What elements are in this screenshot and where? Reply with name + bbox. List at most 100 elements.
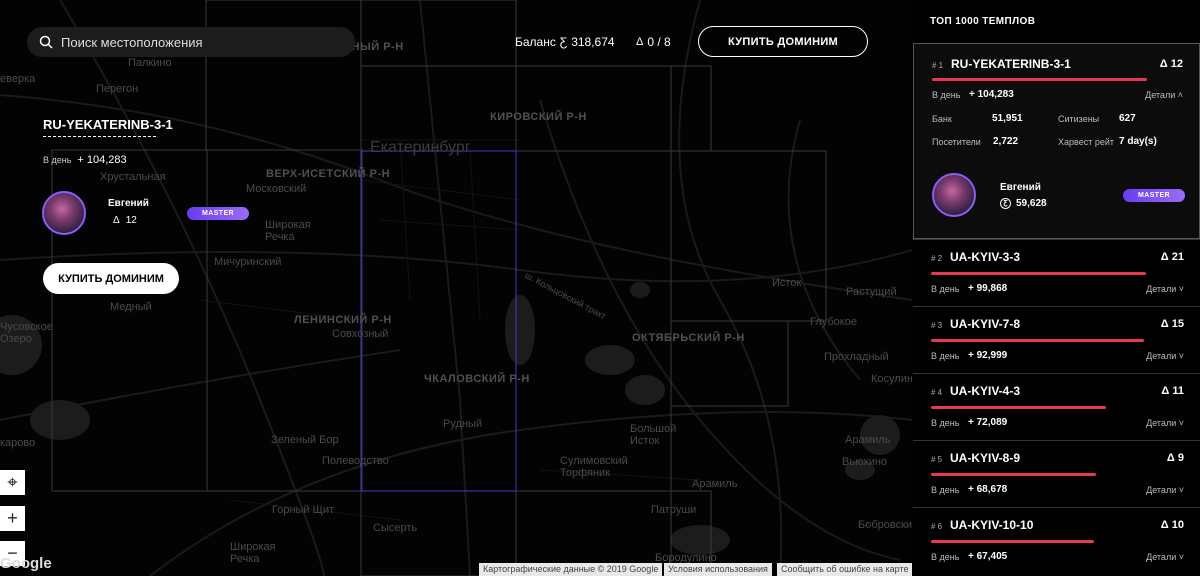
map-label: Совхозный: [332, 328, 389, 340]
map-label: Чусовское Озеро: [0, 321, 53, 345]
balance-value: 318,674: [571, 35, 615, 49]
avatar[interactable]: [932, 173, 976, 217]
buy-dominim-button[interactable]: КУПИТЬ ДОМИНИМ: [698, 26, 868, 57]
map-label: Хрустальная: [100, 171, 166, 183]
delta-value: Δ 15: [1160, 318, 1184, 330]
plus-icon: +: [7, 508, 18, 528]
zoom-in-button[interactable]: +: [0, 506, 25, 531]
search-input[interactable]: [61, 34, 341, 50]
delta-value: Δ 10: [1160, 519, 1184, 531]
per-day-value: + 104,283: [77, 154, 127, 166]
locate-button[interactable]: ⌖: [0, 470, 25, 495]
per-day-label: В день: [931, 552, 960, 562]
progress-bar: [932, 78, 1147, 81]
map-label: карово: [0, 437, 36, 449]
map-label: ОКТЯБРЬСКИЙ Р-Н: [632, 332, 745, 344]
temple-name: UA-KYIV-4-3: [950, 384, 1021, 398]
tile-title: RU-YEKATERINB-3-1: [43, 117, 173, 132]
delta-value: Δ 11: [1161, 385, 1184, 397]
map-label: Глубокое: [810, 316, 857, 328]
visitors-value: 2,722: [993, 136, 1019, 147]
rank: # 1: [932, 61, 944, 70]
details-toggle[interactable]: Детали ˅: [1146, 418, 1184, 428]
map-label: Рудный: [443, 418, 483, 430]
map-data-attribution: Картографические данные © 2019 Google: [479, 563, 663, 576]
panel-title: ТОП 1000 ТЕМПЛОВ: [930, 16, 1036, 27]
avatar[interactable]: [42, 191, 86, 235]
per-day-label: В день: [932, 90, 961, 100]
rank: # 2: [931, 254, 943, 263]
map-label: Прохладный: [824, 351, 889, 363]
list-item[interactable]: # 2 UA-KYIV-3-3 Δ 21 В день + 99,868 Дет…: [913, 239, 1200, 306]
buy-dominim-button[interactable]: КУПИТЬ ДОМИНИМ: [43, 263, 179, 294]
owner-coins-value: 59,628: [1016, 198, 1047, 209]
temple-name: UA-KYIV-10-10: [950, 518, 1034, 532]
progress-bar: [931, 540, 1094, 543]
delta-value: Δ 9: [1166, 452, 1184, 464]
visitors-label: Посетители: [932, 137, 981, 147]
details-toggle[interactable]: Детали ˅: [1146, 351, 1184, 361]
map-label: ВЕРХ-ИСЕТСКИЙ Р-Н: [266, 168, 391, 180]
map-label: ЧКАЛОВСКИЙ Р-Н: [424, 373, 530, 385]
list-item[interactable]: # 5 UA-KYIV-8-9 Δ 9 В день + 68,678 Дета…: [913, 440, 1200, 507]
temple-name: RU-YEKATERINB-3-1: [951, 57, 1071, 71]
per-day-value: + 67,405: [968, 551, 1008, 562]
list-item[interactable]: # 3 UA-KYIV-7-8 Δ 15 В день + 92,999 Дет…: [913, 306, 1200, 373]
map-label: Исток: [772, 277, 802, 289]
chevron-down-icon: ˅: [1178, 418, 1184, 428]
per-day-value: + 99,868: [968, 283, 1008, 294]
balance: Баланс Ƹ 318,674: [515, 35, 615, 49]
balance-label: Баланс: [515, 35, 556, 49]
owner-name: Евгений: [1000, 182, 1041, 193]
map-label: Арамиль: [845, 434, 891, 446]
list-item[interactable]: # 6 UA-KYIV-10-10 Δ 10 В день + 67,405 Д…: [913, 507, 1200, 576]
harvest-value: 7 day(s): [1119, 136, 1157, 147]
owner-coins: Ƹ 59,628: [1000, 198, 1047, 209]
per-day-value: + 68,678: [968, 484, 1008, 495]
bank-label: Банк: [932, 114, 952, 124]
details-toggle[interactable]: Детали ˅: [1146, 552, 1184, 562]
chevron-down-icon: ˅: [1178, 485, 1184, 495]
top-temples-panel: ТОП 1000 ТЕМПЛОВ # 1 RU-YEKATERINB-3-1 Δ…: [912, 0, 1200, 576]
progress-bar: [931, 473, 1096, 476]
search-bar[interactable]: [27, 27, 355, 57]
rank: # 5: [931, 455, 943, 464]
map-label: Вьюхино: [842, 456, 888, 468]
title-divider: [43, 136, 156, 137]
map-label: ЛЕНИНСКИЙ Р-Н: [294, 314, 392, 326]
per-day: В день + 104,283: [43, 154, 127, 166]
progress-bar: [931, 406, 1106, 409]
map-label: Широкая Речка: [230, 541, 276, 565]
rank: # 3: [931, 321, 943, 330]
per-day-value: + 92,999: [968, 350, 1008, 361]
report-error-link[interactable]: Сообщить об ошибке на карте: [777, 563, 912, 576]
map-label: КИРОВСКИЙ Р-Н: [490, 111, 587, 123]
list-item[interactable]: # 1 RU-YEKATERINB-3-1 Δ 12 В день + 104,…: [913, 43, 1200, 239]
owner-delta: Δ 12: [113, 215, 137, 226]
temple-name: UA-KYIV-3-3: [950, 250, 1021, 264]
map-label: Сулимовский Торфяник: [560, 455, 628, 479]
citizens-value: 627: [1119, 113, 1136, 124]
map-label: Патруши: [651, 504, 697, 516]
map-label: Сысерть: [373, 522, 418, 534]
per-day-label: В день: [931, 284, 960, 294]
google-logo: Google: [0, 555, 52, 572]
terms-link[interactable]: Условия использования: [664, 563, 772, 576]
details-toggle[interactable]: Детали ˄: [1145, 90, 1183, 100]
chevron-down-icon: ˅: [1178, 552, 1184, 562]
delta-icon: Δ: [636, 36, 644, 48]
delta-counter: Δ 0 / 8: [636, 35, 671, 49]
map-label: Большой Исток: [630, 423, 677, 447]
map-label: еверка: [0, 73, 36, 85]
harvest-label: Харвест рейт: [1058, 137, 1114, 147]
map-label: Зеленый Бор: [271, 434, 339, 446]
details-toggle[interactable]: Детали ˅: [1146, 284, 1184, 294]
map-label: Арамиль: [692, 478, 738, 490]
chevron-down-icon: ˅: [1178, 284, 1184, 294]
citizens-label: Ситизены: [1058, 114, 1100, 124]
delta-icon: Δ: [113, 215, 120, 226]
details-toggle[interactable]: Детали ˅: [1146, 485, 1184, 495]
delta-value: 0 / 8: [647, 35, 671, 49]
temple-name: UA-KYIV-7-8: [950, 317, 1021, 331]
list-item[interactable]: # 4 UA-KYIV-4-3 Δ 11 В день + 72,089 Дет…: [913, 373, 1200, 440]
